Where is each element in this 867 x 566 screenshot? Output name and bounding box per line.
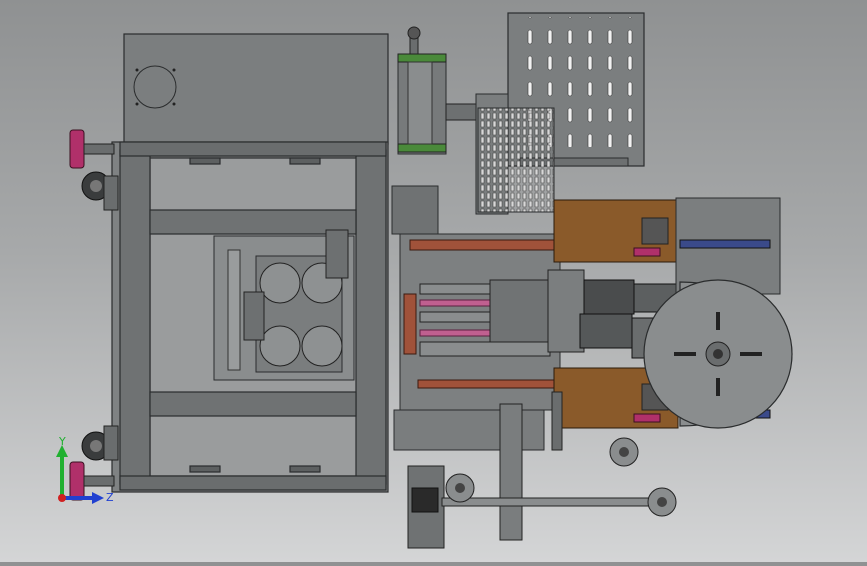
origin-point — [58, 494, 66, 502]
coordinate-triad: Y Z — [56, 435, 114, 504]
caster-wheel-top — [81, 171, 119, 211]
machine-assembly-drawing — [69, 12, 793, 549]
z-axis-label: Z — [106, 491, 114, 504]
top-housing — [123, 33, 389, 145]
cup-mold-block — [213, 229, 355, 381]
leveling-foot-top — [69, 129, 115, 169]
handwheel-3 — [647, 487, 677, 517]
y-axis-label: Y — [58, 435, 66, 448]
brown-plate-upper — [553, 199, 679, 263]
handwheel-2 — [609, 437, 639, 467]
lifting-column — [397, 26, 477, 155]
servo-motor-lower — [579, 313, 655, 359]
turntable-disc — [643, 279, 793, 429]
handwheel-1 — [445, 473, 475, 503]
z-axis-arrowhead — [92, 492, 104, 504]
slotted-drum — [475, 93, 555, 215]
cad-viewport[interactable]: Y Z — [0, 0, 867, 562]
